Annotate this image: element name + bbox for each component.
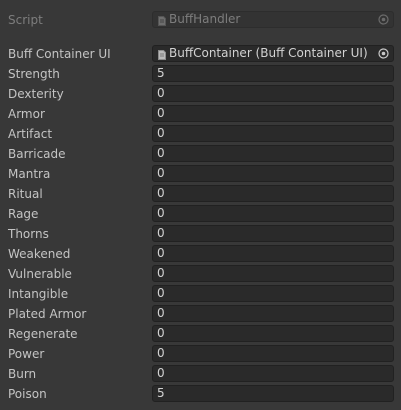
artifact-input[interactable]: 0 bbox=[152, 125, 394, 142]
field-label: Power bbox=[8, 347, 45, 361]
plated-armor-row: Plated Armor 0 bbox=[0, 304, 401, 324]
field-label: Barricade bbox=[8, 147, 66, 161]
artifact-row: Artifact 0 bbox=[0, 124, 401, 144]
intangible-input[interactable]: 0 bbox=[152, 285, 394, 302]
strength-input[interactable]: 5 bbox=[152, 65, 394, 82]
strength-row: Strength 5 bbox=[0, 64, 401, 84]
object-picker-icon[interactable] bbox=[378, 14, 389, 25]
field-label: Strength bbox=[8, 67, 60, 81]
vulnerable-input[interactable]: 0 bbox=[152, 265, 394, 282]
script-file-icon bbox=[158, 15, 166, 26]
script-field[interactable]: BuffHandler bbox=[152, 11, 394, 28]
rage-input[interactable]: 0 bbox=[152, 205, 394, 222]
power-row: Power 0 bbox=[0, 344, 401, 364]
field-label: Vulnerable bbox=[8, 267, 72, 281]
field-label: Rage bbox=[8, 207, 39, 221]
poison-row: Poison 5 bbox=[0, 384, 401, 404]
vulnerable-row: Vulnerable 0 bbox=[0, 264, 401, 284]
regenerate-input[interactable]: 0 bbox=[152, 325, 394, 342]
gameobject-icon bbox=[158, 49, 166, 60]
field-label: Thorns bbox=[8, 227, 49, 241]
field-label: Ritual bbox=[8, 187, 43, 201]
field-label: Armor bbox=[8, 107, 45, 121]
inspector-panel: Script BuffHandler Buff Container UI Buf… bbox=[0, 0, 401, 410]
burn-input[interactable]: 0 bbox=[152, 365, 394, 382]
regenerate-row: Regenerate 0 bbox=[0, 324, 401, 344]
buff-container-row: Buff Container UI BuffContainer (Buff Co… bbox=[0, 44, 401, 64]
ritual-row: Ritual 0 bbox=[0, 184, 401, 204]
field-label: Intangible bbox=[8, 287, 69, 301]
barricade-input[interactable]: 0 bbox=[152, 145, 394, 162]
script-label: Script bbox=[8, 13, 43, 27]
plated-armor-input[interactable]: 0 bbox=[152, 305, 394, 322]
field-label: Burn bbox=[8, 367, 37, 381]
armor-row: Armor 0 bbox=[0, 104, 401, 124]
script-value: BuffHandler bbox=[169, 12, 241, 26]
buff-container-field[interactable]: BuffContainer (Buff Container UI) bbox=[152, 45, 394, 62]
thorns-row: Thorns 0 bbox=[0, 224, 401, 244]
object-picker-icon[interactable] bbox=[378, 48, 389, 59]
barricade-row: Barricade 0 bbox=[0, 144, 401, 164]
mantra-row: Mantra 0 bbox=[0, 164, 401, 184]
field-label: Regenerate bbox=[8, 327, 78, 341]
field-label: Dexterity bbox=[8, 87, 64, 101]
field-label: Artifact bbox=[8, 127, 53, 141]
poison-input[interactable]: 5 bbox=[152, 385, 394, 402]
weakened-input[interactable]: 0 bbox=[152, 245, 394, 262]
field-label: Plated Armor bbox=[8, 307, 87, 321]
field-label: Weakened bbox=[8, 247, 71, 261]
rage-row: Rage 0 bbox=[0, 204, 401, 224]
dexterity-row: Dexterity 0 bbox=[0, 84, 401, 104]
field-label: Mantra bbox=[8, 167, 51, 181]
script-row: Script BuffHandler bbox=[0, 10, 401, 30]
intangible-row: Intangible 0 bbox=[0, 284, 401, 304]
burn-row: Burn 0 bbox=[0, 364, 401, 384]
power-input[interactable]: 0 bbox=[152, 345, 394, 362]
armor-input[interactable]: 0 bbox=[152, 105, 394, 122]
buff-container-value: BuffContainer (Buff Container UI) bbox=[169, 46, 368, 60]
thorns-input[interactable]: 0 bbox=[152, 225, 394, 242]
field-label: Poison bbox=[8, 387, 47, 401]
weakened-row: Weakened 0 bbox=[0, 244, 401, 264]
buff-container-label: Buff Container UI bbox=[8, 47, 111, 61]
mantra-input[interactable]: 0 bbox=[152, 165, 394, 182]
ritual-input[interactable]: 0 bbox=[152, 185, 394, 202]
dexterity-input[interactable]: 0 bbox=[152, 85, 394, 102]
